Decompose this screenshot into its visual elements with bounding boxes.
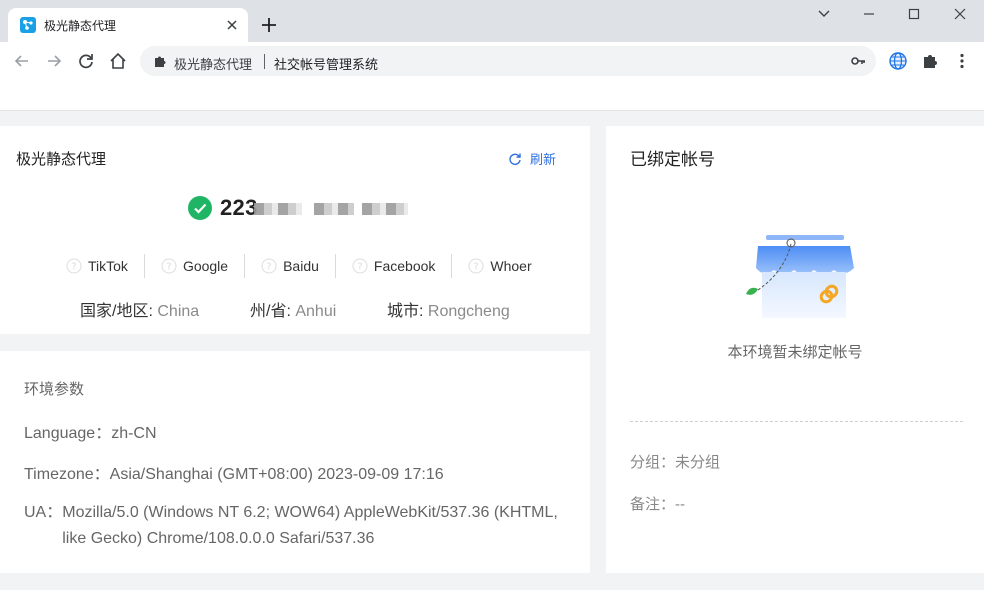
forward-arrow-icon[interactable] (44, 51, 64, 71)
geo-state-label: 州/省: (250, 303, 291, 320)
page-header-strip (0, 80, 984, 111)
environment-card: 环境参数 Language：zh-CN Timezone：Asia/Shangh… (0, 351, 590, 573)
ua-value: Mozilla/5.0 (Windows NT 6.2; WOW64) Appl… (62, 504, 558, 547)
proxy-favicon-icon (20, 17, 36, 33)
check-label: Baidu (283, 258, 319, 274)
check-label: Facebook (373, 258, 436, 274)
geo-state: 州/省: Anhui (250, 297, 336, 321)
geo-city: 城市: Rongcheng (387, 297, 510, 321)
address-site-name: 极光静态代理 (174, 57, 253, 72)
note-label: 备注： (630, 496, 676, 513)
user-agent-line: UA： Mozilla/5.0 (Windows NT 6.2; WOW64) … (24, 500, 584, 552)
geo-city-value: Rongcheng (427, 303, 510, 320)
ip-address: 223 (220, 195, 258, 220)
refresh-button[interactable]: 刷新 (508, 149, 556, 168)
bound-accounts-card: 已绑定帐号 本环境暂未绑定帐号 分组：未分组 备注：-- (606, 126, 984, 573)
ip-address-row: 223 (188, 195, 258, 220)
new-tab-button[interactable] (258, 14, 280, 36)
proxy-card-title: 极光静态代理 (16, 151, 107, 168)
geo-country: 国家/地区: China (80, 297, 199, 321)
check-whoer[interactable]: ? Whoer (451, 254, 547, 278)
tab-title: 极光静态代理 (44, 19, 117, 33)
svg-text:?: ? (266, 262, 271, 273)
question-circle-icon: ? (261, 258, 277, 274)
timezone-value: Asia/Shanghai (GMT+08:00) 2023-09-09 17:… (109, 466, 444, 483)
language-value: zh-CN (111, 425, 157, 442)
note-value: -- (675, 496, 686, 513)
browser-tab[interactable]: 极光静态代理 (8, 8, 248, 42)
check-circle-icon (188, 196, 212, 220)
svg-text:?: ? (474, 262, 479, 273)
question-circle-icon: ? (352, 258, 368, 274)
check-facebook[interactable]: ? Facebook (334, 254, 451, 278)
refresh-label: 刷新 (530, 152, 557, 167)
maximize-icon[interactable] (904, 6, 924, 22)
refresh-icon (509, 153, 521, 165)
timezone-line: Timezone：Asia/Shanghai (GMT+08:00) 2023-… (24, 460, 444, 484)
svg-text:?: ? (166, 262, 171, 273)
check-label: Whoer (490, 258, 532, 274)
ip-blur-mask (254, 203, 302, 215)
back-arrow-icon[interactable] (12, 51, 32, 71)
check-baidu[interactable]: ? Baidu (244, 254, 335, 278)
proxy-ip-card: 极光静态代理 刷新 223 ? TikTok ? Google ? Baidu … (0, 126, 590, 334)
svg-text:?: ? (71, 262, 76, 273)
browser-tabstrip: 极光静态代理 (0, 0, 984, 42)
browser-toolbar: 极光静态代理 社交帐号管理系统 (0, 42, 984, 80)
language-label: Language： (24, 425, 112, 442)
home-icon[interactable] (108, 51, 128, 71)
question-circle-icon: ? (468, 258, 484, 274)
reload-icon[interactable] (76, 51, 96, 71)
question-circle-icon: ? (66, 258, 82, 274)
group-line: 分组：未分组 (630, 451, 720, 472)
check-label: TikTok (88, 258, 128, 274)
group-label: 分组： (630, 454, 676, 471)
ip-blur-mask (314, 203, 354, 215)
environment-title: 环境参数 (24, 381, 85, 398)
address-page-title: 社交帐号管理系统 (274, 57, 379, 72)
empty-store-illustration (746, 235, 854, 318)
more-menu-icon[interactable] (952, 51, 972, 71)
check-label: Google (182, 258, 229, 274)
chevron-down-icon[interactable] (814, 6, 834, 22)
globe-extension-icon[interactable] (888, 51, 908, 71)
address-bar[interactable]: 极光静态代理 社交帐号管理系统 (140, 46, 876, 76)
address-separator (264, 54, 265, 69)
svg-text:?: ? (357, 262, 362, 273)
empty-accounts-text: 本环境暂未绑定帐号 (727, 344, 863, 361)
group-value: 未分组 (675, 454, 721, 471)
site-check-list: ? TikTok ? Google ? Baidu ? Facebook ? W… (66, 254, 548, 278)
check-google[interactable]: ? Google (143, 254, 244, 278)
ua-label: UA： (24, 504, 63, 521)
geo-city-label: 城市: (387, 303, 424, 320)
note-line: 备注：-- (630, 493, 685, 514)
close-window-icon[interactable] (950, 6, 970, 22)
key-icon[interactable] (850, 53, 866, 69)
bound-accounts-title: 已绑定帐号 (630, 150, 715, 169)
geo-country-value: China (157, 303, 200, 320)
language-line: Language：zh-CN (24, 419, 157, 443)
geo-state-value: Anhui (295, 303, 337, 320)
close-tab-icon[interactable] (224, 17, 240, 33)
question-circle-icon: ? (161, 258, 177, 274)
timezone-label: Timezone： (24, 466, 110, 483)
geo-country-label: 国家/地区: (80, 303, 153, 320)
dashed-divider (630, 421, 963, 422)
minimize-icon[interactable] (859, 6, 879, 22)
extension-puzzle-icon (152, 53, 168, 69)
check-tiktok[interactable]: ? TikTok (66, 254, 144, 278)
extensions-icon[interactable] (920, 51, 940, 71)
ip-blur-mask (362, 203, 408, 215)
